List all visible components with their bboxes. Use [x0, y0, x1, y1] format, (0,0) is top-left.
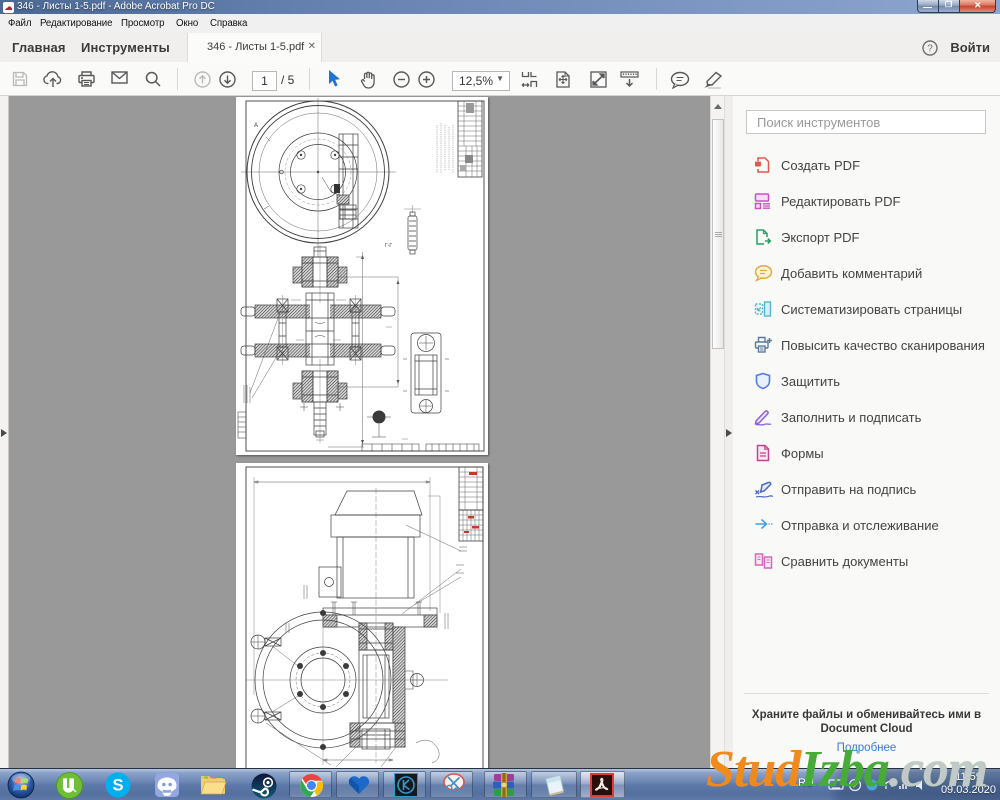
- svg-text:A: A: [254, 123, 258, 129]
- svg-text:?: ?: [927, 44, 933, 55]
- svg-text:Г-Г: Г-Г: [385, 243, 392, 249]
- svg-text:S: S: [112, 776, 123, 795]
